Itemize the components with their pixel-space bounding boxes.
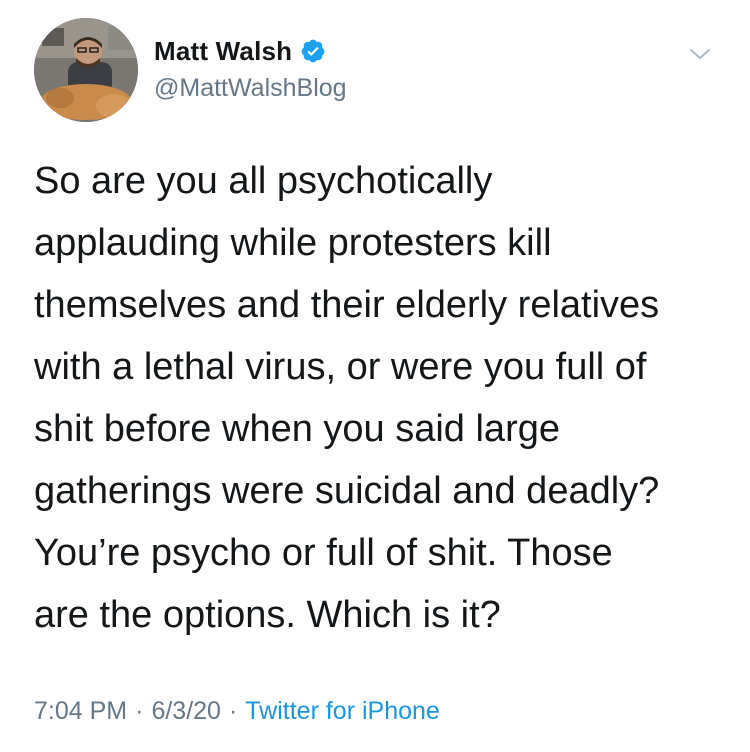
chevron-down-icon[interactable] <box>688 42 712 66</box>
tweet-text-line: themselves and their elderly relatives <box>34 284 660 326</box>
tweet-time[interactable]: 7:04 PM <box>34 697 127 725</box>
tweet-text-line: gatherings were suicidal and deadly? <box>34 470 660 512</box>
tweet-text: So are you all psychotically applauding … <box>34 150 724 646</box>
tweet-text-line: applauding while protesters kill <box>34 222 552 264</box>
tweet-header: Matt Walsh @MattWalshBlog <box>34 18 730 122</box>
tweet-text-line: are the options. Which is it? <box>34 594 501 636</box>
tweet-meta: 7:04 PM · 6/3/20 · Twitter for iPhone <box>34 697 440 726</box>
verified-badge-icon <box>300 38 326 64</box>
tweet-text-line: So are you all psychotically <box>34 160 493 202</box>
meta-separator: · <box>228 697 238 725</box>
tweet-text-line: with a lethal virus, or were you full of <box>34 346 647 388</box>
tweet-date[interactable]: 6/3/20 <box>151 697 221 725</box>
avatar[interactable] <box>34 18 138 122</box>
tweet-card: Matt Walsh @MattWalshBlog So are you all… <box>0 0 750 752</box>
tweet-source-link[interactable]: Twitter for iPhone <box>245 697 440 725</box>
display-name-row: Matt Walsh <box>154 34 347 68</box>
tweet-text-line: You’re psycho or full of shit. Those <box>34 532 613 574</box>
tweet-text-line: shit before when you said large <box>34 408 560 450</box>
handle[interactable]: @MattWalshBlog <box>154 74 347 103</box>
meta-separator: · <box>135 697 144 725</box>
author-names: Matt Walsh @MattWalshBlog <box>154 34 347 103</box>
display-name[interactable]: Matt Walsh <box>154 36 292 67</box>
